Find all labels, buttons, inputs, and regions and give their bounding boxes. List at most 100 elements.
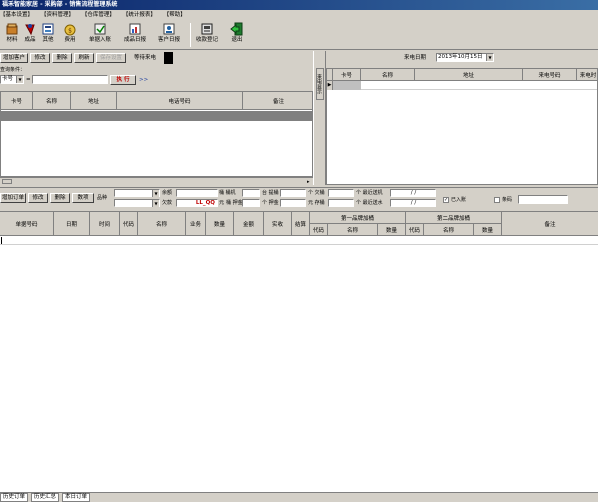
query-value-input[interactable] (32, 75, 108, 84)
toolbar-separator (190, 23, 191, 47)
order-toolbar: 增加订单 修改 删除 数项 品种 ▼ ▼ 余额 欠款 LL_QQ 元 桶 桶机 … (0, 187, 598, 209)
col-quantity[interactable]: 数量 (206, 212, 234, 236)
col-second-brand-code[interactable]: 代码 (406, 224, 424, 236)
table-row[interactable] (333, 81, 361, 90)
col-card-no[interactable]: 卡号 (333, 69, 361, 80)
balance-field[interactable] (176, 189, 218, 197)
execute-query-button[interactable]: 执 行 (110, 75, 136, 85)
recent-deliver-date[interactable]: / / (390, 189, 436, 197)
chevron-down-icon: ▼ (152, 200, 159, 207)
tab-history-orders[interactable]: 历史订单 (0, 493, 29, 502)
col-caller-number[interactable]: 来电号码 (523, 69, 577, 80)
add-order-button[interactable]: 增加订单 (0, 193, 26, 203)
edit-customer-button[interactable]: 修改 (30, 53, 50, 63)
menu-basic-settings[interactable]: 【基本设置】 (0, 12, 33, 18)
call-date-picker[interactable]: 2013年10月15日 ▼ (436, 53, 494, 62)
table-row[interactable] (1, 111, 312, 121)
col-call-time[interactable]: 来电时 (577, 69, 597, 80)
items-order-button[interactable]: 数项 (72, 193, 94, 203)
bucket-machine-field[interactable] (242, 189, 260, 197)
menu-reports[interactable]: 【统计报表】 (123, 12, 156, 18)
toolbar-exit-button[interactable]: 退出 (226, 22, 248, 48)
col-address[interactable]: 地址 (415, 69, 523, 80)
col-time[interactable]: 时间 (90, 212, 120, 236)
svg-text:$: $ (68, 28, 72, 35)
col-amount[interactable]: 金额 (234, 212, 264, 236)
piece-deposit-field[interactable] (280, 199, 306, 207)
stored-checkbox[interactable]: ✓ (443, 197, 449, 203)
waiting-call-label: 等待来电 (134, 55, 157, 61)
menu-bar: 【基本设置】 【资料管理】 【仓库管理】 【统计报表】 【帮助】 (0, 10, 598, 20)
col-second-brand-name[interactable]: 名称 (424, 224, 474, 236)
menu-help[interactable]: 【帮助】 (164, 12, 186, 18)
scroll-right-icon[interactable]: ▸ (307, 179, 310, 185)
col-card-no[interactable]: 卡号 (1, 92, 33, 109)
toolbar-expense-button[interactable]: $ 费用 (59, 22, 81, 48)
caller-indicator (164, 52, 173, 64)
col-date[interactable]: 日期 (54, 212, 90, 236)
col-settle[interactable]: 结算 (292, 212, 310, 236)
arrears-field[interactable]: LL_QQ (176, 199, 218, 207)
query-operator: = (26, 77, 31, 83)
delete-order-button[interactable]: 删除 (50, 193, 70, 203)
save-settings-button[interactable]: 保存设置 (96, 53, 126, 63)
query-field-select[interactable]: 卡号 ▼ (0, 75, 24, 84)
col-phone[interactable]: 电话号码 (117, 92, 243, 109)
menu-warehouse[interactable]: 【仓库管理】 (82, 12, 115, 18)
customer-hscrollbar[interactable] (0, 177, 313, 185)
delete-customer-button[interactable]: 删除 (52, 53, 72, 63)
daily-report-icon (129, 23, 141, 35)
tab-today-orders[interactable]: 本日订单 (62, 493, 91, 502)
customer-table-header: 卡号 名称 地址 电话号码 备注 (1, 92, 312, 110)
main-toolbar: 材料 成品 其他 $ 费用 单据入账 成品日报 客户日报 收款登记 退出 (0, 20, 598, 50)
col-name[interactable]: 名称 (138, 212, 186, 236)
recent-water-date[interactable]: / / (390, 199, 436, 207)
barcode-input[interactable] (518, 195, 568, 204)
product-select-2[interactable]: ▼ (114, 199, 160, 207)
chevron-down-icon: ▼ (486, 54, 493, 61)
col-second-brand[interactable]: 第二品牌加桶 (406, 212, 502, 224)
col-first-brand-name[interactable]: 名称 (328, 224, 378, 236)
more-options-button[interactable]: >> (139, 76, 148, 84)
col-note[interactable]: 备注 (243, 92, 312, 109)
bucket-deposit-field[interactable] (242, 199, 260, 207)
product-select-1[interactable]: ▼ (114, 189, 160, 197)
barcode-label: 条码 (502, 197, 513, 203)
col-code[interactable]: 代码 (120, 212, 138, 236)
toolbar-product-daily-button[interactable]: 成品日报 (121, 22, 149, 48)
customer-report-icon (163, 23, 175, 35)
product-label: 品种 (97, 195, 108, 201)
table-row[interactable] (0, 236, 598, 245)
toolbar-payment-button[interactable]: 收款登记 (194, 22, 220, 48)
col-remarks[interactable]: 备注 (502, 212, 598, 236)
stored-bucket-field[interactable] (328, 199, 354, 207)
col-business[interactable]: 业务 (186, 212, 206, 236)
col-received[interactable]: 实收 (264, 212, 292, 236)
col-first-brand-qty[interactable]: 数量 (378, 224, 406, 236)
edit-order-button[interactable]: 修改 (28, 193, 48, 203)
col-order-no[interactable]: 单据号码 (0, 212, 54, 236)
toolbar-customer-daily-button[interactable]: 客户日报 (155, 22, 183, 48)
col-first-brand-code[interactable]: 代码 (310, 224, 328, 236)
toolbar-posting-button[interactable]: 单据入账 (86, 22, 114, 48)
toolbar-other-button[interactable]: 其他 (37, 22, 59, 48)
menu-data-management[interactable]: 【资料管理】 (41, 12, 74, 18)
owed-bucket-field[interactable] (328, 189, 354, 197)
call-table: 卡号 名称 地址 来电号码 来电时 ▶ (326, 68, 598, 185)
arrears-unit: 元 (219, 200, 225, 206)
col-name[interactable]: 名称 (33, 92, 71, 109)
col-first-brand[interactable]: 第一品牌加桶 (310, 212, 406, 224)
col-name[interactable]: 名称 (361, 69, 415, 80)
balance-label: 余额 (162, 190, 173, 196)
payment-icon (201, 23, 213, 35)
col-address[interactable]: 地址 (71, 92, 117, 109)
barcode-checkbox[interactable] (494, 197, 500, 203)
side-tab-label[interactable]: 来电显示 (316, 68, 324, 100)
call-display-tab[interactable]: 来电显示 (313, 51, 326, 185)
refresh-customer-button[interactable]: 刷新 (74, 53, 94, 63)
lift-bucket-field[interactable] (280, 189, 306, 197)
col-second-brand-qty[interactable]: 数量 (474, 224, 502, 236)
tab-history-summary[interactable]: 历史汇总 (31, 493, 60, 502)
add-customer-button[interactable]: 增加客户 (0, 53, 28, 63)
scroll-thumb[interactable] (2, 179, 12, 184)
